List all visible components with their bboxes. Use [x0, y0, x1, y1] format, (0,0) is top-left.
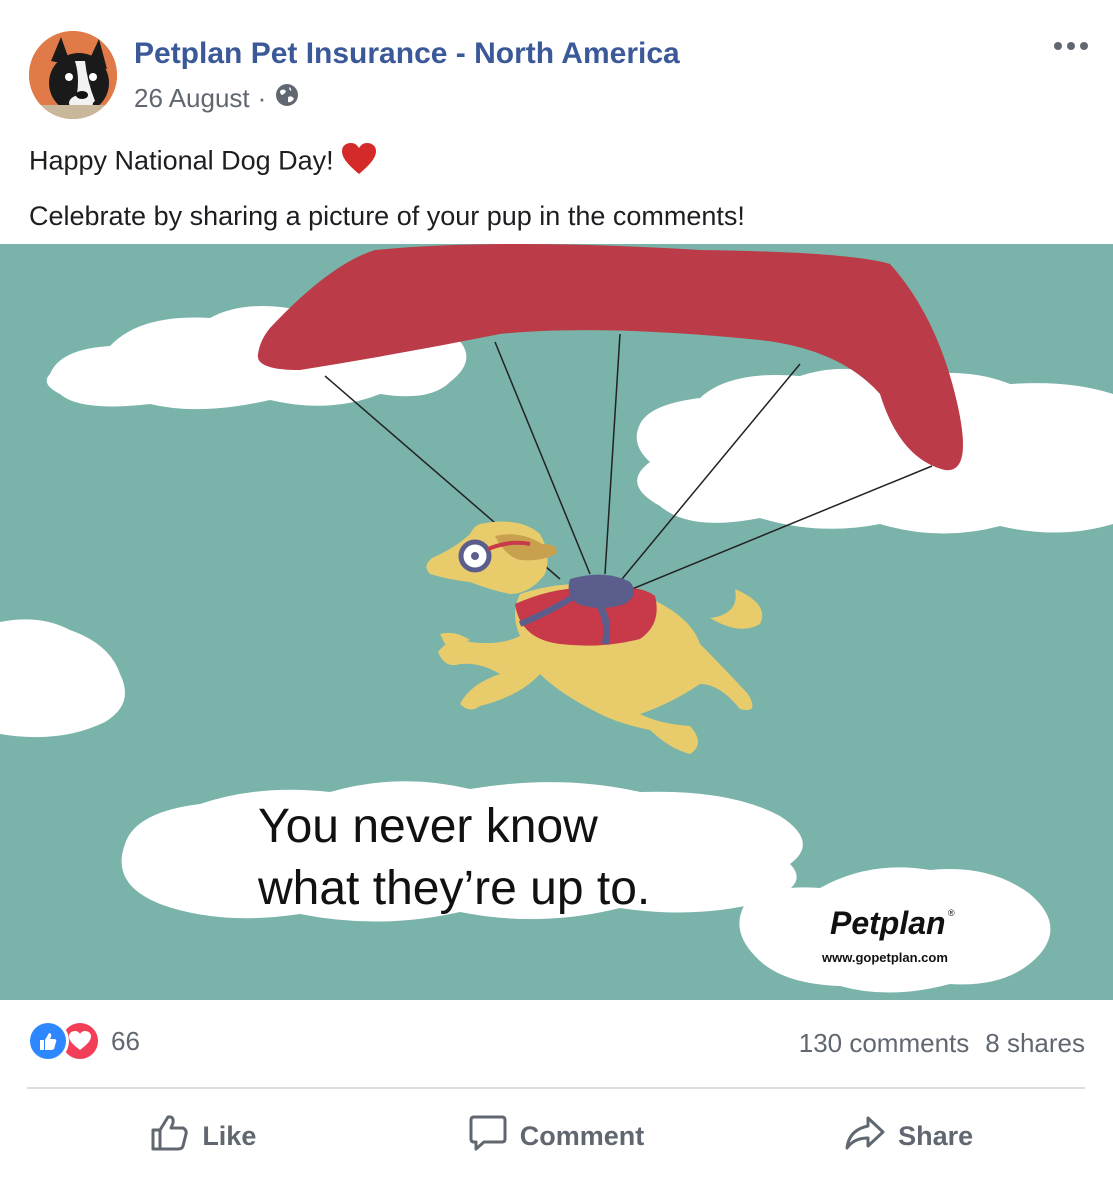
action-bar: Like Comment Share	[27, 1110, 1085, 1162]
share-label: Share	[898, 1120, 974, 1151]
globe-icon	[274, 82, 300, 115]
share-button[interactable]: Share	[732, 1110, 1085, 1162]
divider	[27, 1087, 1085, 1089]
reaction-count: 66	[111, 1025, 140, 1056]
cloud	[636, 368, 1113, 534]
page-name-link[interactable]: Petplan Pet Insurance - North America	[134, 37, 680, 71]
share-icon	[844, 1114, 886, 1159]
meta-separator: ·	[257, 83, 267, 113]
like-label: Like	[202, 1120, 257, 1151]
comment-label: Comment	[519, 1120, 645, 1151]
more-options-icon[interactable]	[1051, 32, 1091, 60]
reactions-summary[interactable]: 66	[27, 1020, 140, 1062]
post-meta: 26 August ·	[134, 82, 300, 115]
engagement-counts: 130 comments 8 shares	[799, 1028, 1085, 1059]
page-avatar[interactable]	[29, 31, 117, 119]
post-stats: 66 130 comments 8 shares	[27, 1020, 1085, 1070]
petplan-logo: Petplan	[830, 905, 946, 941]
post-text-line-1: Happy National Dog Day!	[29, 143, 376, 182]
shares-count-link[interactable]: 8 shares	[985, 1028, 1085, 1059]
website-url: www.gopetplan.com	[821, 950, 948, 965]
comment-button[interactable]: Comment	[380, 1110, 733, 1162]
post-text-content: Happy National Dog Day!	[29, 145, 334, 176]
comment-icon	[468, 1114, 508, 1159]
comments-count-link[interactable]: 130 comments	[799, 1028, 970, 1059]
post-date[interactable]: 26 August	[134, 83, 250, 114]
heart-emoji-icon	[341, 143, 376, 182]
thumbs-up-icon	[150, 1114, 190, 1159]
headline-line-2: what they’re up to.	[257, 862, 650, 915]
logo-registered-mark: ®	[948, 908, 955, 918]
like-button[interactable]: Like	[27, 1110, 380, 1162]
headline-line-1: You never know	[258, 800, 598, 853]
like-reaction-icon	[27, 1020, 69, 1062]
post-text-line-2: Celebrate by sharing a picture of your p…	[29, 201, 745, 231]
post-image[interactable]: You never know what they’re up to. Petpl…	[0, 244, 1113, 1000]
